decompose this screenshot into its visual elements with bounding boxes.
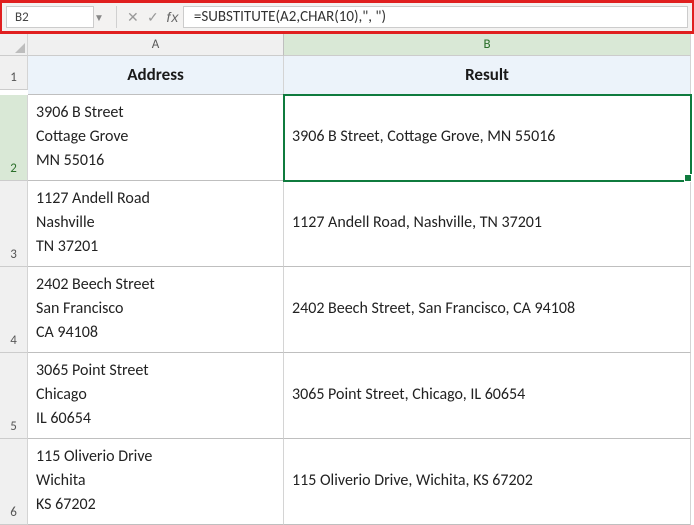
cell-A2[interactable]: 3906 B Street Cottage Grove MN 55016 (28, 95, 284, 181)
select-all-triangle[interactable] (0, 34, 28, 56)
cancel-icon[interactable]: ✕ (123, 9, 143, 26)
cell-B1[interactable]: Result (284, 56, 691, 95)
row-header-3[interactable]: 3 (0, 181, 28, 267)
cell-A4[interactable]: 2402 Beech Street San Francisco CA 94108 (28, 267, 284, 353)
row-header-5[interactable]: 5 (0, 353, 28, 439)
cell-B3[interactable]: 1127 Andell Road, Nashville, TN 37201 (284, 181, 691, 267)
cell-A5[interactable]: 3065 Point Street Chicago IL 60654 (28, 353, 284, 439)
cell-A6[interactable]: 115 Oliverio Drive Wichita KS 67202 (28, 439, 284, 525)
row-header-6[interactable]: 6 (0, 439, 28, 525)
row-header-4[interactable]: 4 (0, 267, 28, 353)
cell-A1[interactable]: Address (28, 56, 284, 95)
cell-A3[interactable]: 1127 Andell Road Nashville TN 37201 (28, 181, 284, 267)
formula-input[interactable]: =SUBSTITUTE(A2,CHAR(10),", ") (183, 6, 688, 28)
row-header-1[interactable]: 1 (0, 56, 28, 90)
cell-B5[interactable]: 3065 Point Street, Chicago, IL 60654 (284, 353, 691, 439)
column-header-B[interactable]: B (284, 34, 691, 56)
separator (116, 6, 117, 28)
column-header-A[interactable]: A (28, 34, 284, 56)
cell-B2[interactable]: 3906 B Street, Cottage Grove, MN 55016 (284, 95, 691, 181)
name-box[interactable]: B2 (6, 6, 94, 28)
fx-icon[interactable]: fx (163, 9, 183, 25)
name-box-dropdown-icon[interactable]: ▼ (94, 11, 110, 24)
formula-bar: B2 ▼ ✕ ✓ fx =SUBSTITUTE(A2,CHAR(10),", "… (0, 0, 694, 34)
cell-B4[interactable]: 2402 Beech Street, San Francisco, CA 941… (284, 267, 691, 353)
spreadsheet-grid: A B 1 Address Result 2 3906 B Street Cot… (0, 34, 694, 525)
row-header-2[interactable]: 2 (0, 95, 28, 181)
enter-icon[interactable]: ✓ (143, 9, 163, 26)
cell-B6[interactable]: 115 Oliverio Drive, Wichita, KS 67202 (284, 439, 691, 525)
